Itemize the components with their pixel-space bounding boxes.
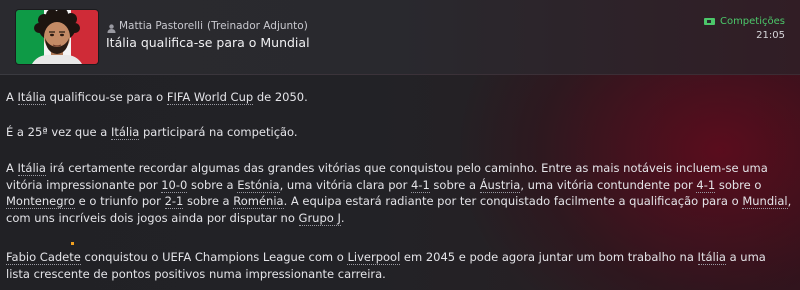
link-italia[interactable]: Itália	[697, 250, 726, 265]
paragraph-manager: Fabio Cadete conquistou o UEFA Champions…	[6, 249, 792, 282]
sender-name[interactable]: Mattia Pastorelli	[119, 20, 203, 32]
text: .	[340, 210, 345, 225]
text: em 2045 e pode agora juntar um bom traba…	[400, 250, 698, 264]
text: É a 25ª vez que a	[6, 125, 111, 139]
message-header: Mattia Pastorelli (Treinador Adjunto) Itá…	[0, 0, 800, 74]
message-subject: Itália qualifica-se para o Mundial	[106, 35, 310, 50]
message-category: Competições	[703, 16, 785, 27]
paragraph-qualified: A Itália qualificou-se para o FIFA World…	[6, 89, 308, 106]
staff-face-image	[32, 10, 82, 64]
header-divider	[0, 74, 800, 75]
link-score-10-0[interactable]: 10-0	[161, 177, 188, 193]
paragraph-appearances: É a 25ª vez que a Itália participará na …	[6, 124, 298, 141]
sender-avatar[interactable]	[16, 10, 98, 64]
text: , uma vitória clara por	[279, 177, 411, 192]
text: A	[6, 90, 18, 104]
text: com o	[304, 250, 348, 264]
link-grupo-j[interactable]: Grupo J	[298, 210, 341, 226]
text: e o triunfo por	[75, 194, 165, 208]
person-icon	[107, 24, 116, 33]
link-fifa-world-cup[interactable]: FIFA World Cup	[166, 90, 254, 105]
link-liverpool[interactable]: Liverpool	[347, 250, 401, 265]
highlight-marker	[71, 242, 74, 245]
link-montenegro[interactable]: Montenegro	[6, 194, 76, 209]
text: conquistou o	[80, 250, 163, 264]
text: de 2050.	[253, 90, 308, 104]
text: . A equipa estará radiante por ter conqu…	[283, 194, 743, 208]
text: sobre o	[715, 177, 762, 192]
tag-icon	[703, 18, 715, 25]
link-score-4-1[interactable]: 4-1	[410, 177, 430, 193]
link-estonia[interactable]: Estónia	[237, 177, 280, 193]
text: A	[6, 161, 18, 175]
link-score-2-1[interactable]: 2-1	[164, 194, 184, 209]
link-score-4-1[interactable]: 4-1	[696, 177, 716, 193]
uefa-champions-league: UEFA Champions League	[162, 250, 305, 264]
text: qualificou-se para o	[45, 90, 167, 104]
link-italia[interactable]: Itália	[17, 90, 46, 105]
text: , uma vitória contundente por	[520, 177, 697, 192]
text: sobre a	[429, 177, 480, 192]
text: participará na competição.	[139, 125, 298, 139]
link-austria[interactable]: Áustria	[479, 177, 521, 193]
link-fabio-cadete[interactable]: Fabio Cadete	[6, 250, 81, 265]
message-time: 21:05	[756, 30, 785, 41]
sender-role: (Treinador Adjunto)	[207, 20, 308, 32]
category-label: Competições	[719, 16, 785, 27]
sender-line: Mattia Pastorelli (Treinador Adjunto)	[119, 20, 308, 32]
link-romenia[interactable]: Roménia	[233, 194, 284, 209]
link-mundial[interactable]: Mundial	[742, 194, 788, 209]
paragraph-victories: A Itália irá certamente recordar algumas…	[6, 160, 792, 226]
link-italia[interactable]: Itália	[17, 161, 46, 176]
text: sobre a	[183, 194, 234, 208]
link-italia[interactable]: Itália	[110, 125, 140, 140]
text: sobre a	[187, 177, 238, 192]
